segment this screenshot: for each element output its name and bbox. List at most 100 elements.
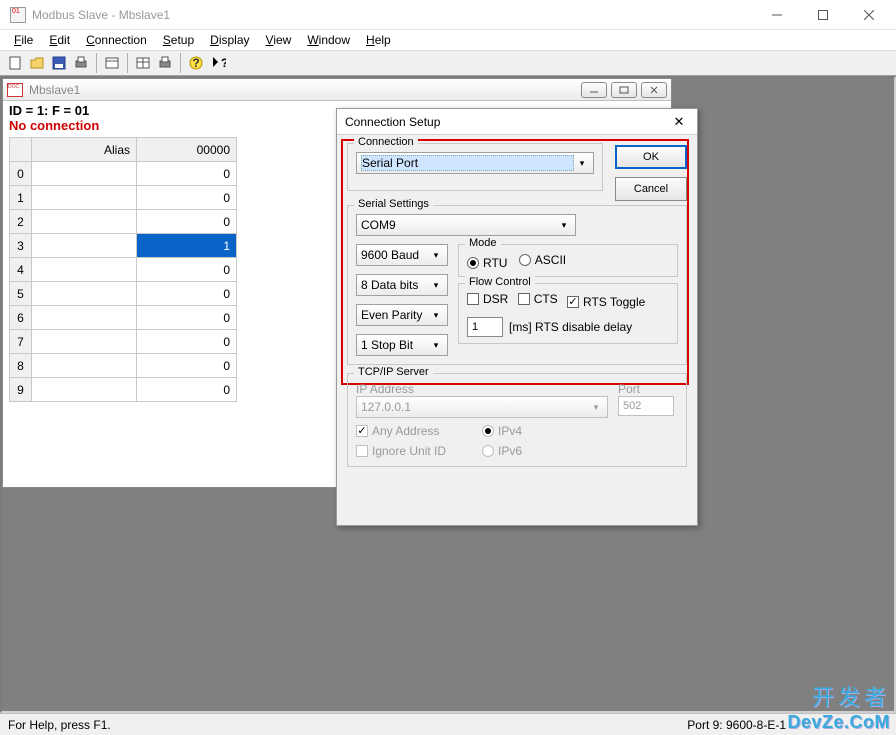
cell-value[interactable]: 0 xyxy=(137,162,237,186)
menu-file[interactable]: File xyxy=(6,31,41,49)
chevron-down-icon: ▾ xyxy=(574,158,590,169)
dialog-close-button[interactable]: ✕ xyxy=(669,114,689,130)
baud-combo[interactable]: 9600 Baud▾ xyxy=(356,244,448,266)
cell-value[interactable]: 0 xyxy=(137,330,237,354)
cell-value[interactable]: 0 xyxy=(137,282,237,306)
menu-view[interactable]: View xyxy=(258,31,300,49)
menu-edit[interactable]: Edit xyxy=(41,31,78,49)
row-header: 8 xyxy=(10,354,32,378)
cell-value[interactable]: 0 xyxy=(137,258,237,282)
row-header: 6 xyxy=(10,306,32,330)
cell-alias[interactable] xyxy=(32,162,137,186)
mode-ascii-radio[interactable]: ASCII xyxy=(519,253,566,267)
cancel-button[interactable]: Cancel xyxy=(615,177,687,201)
connection-value: Serial Port xyxy=(361,155,574,171)
menubar: File Edit Connection Setup Display View … xyxy=(0,30,896,50)
port-label: Port xyxy=(618,382,678,396)
table-row[interactable]: 2 0 xyxy=(10,210,237,234)
stopbits-combo[interactable]: 1 Stop Bit▾ xyxy=(356,334,448,356)
mode-label: Mode xyxy=(465,237,501,249)
row-header: 2 xyxy=(10,210,32,234)
col-alias: Alias xyxy=(32,138,137,162)
parity-combo[interactable]: Even Parity▾ xyxy=(356,304,448,326)
close-button[interactable] xyxy=(846,0,892,30)
window-title: Modbus Slave - Mbslave1 xyxy=(32,8,754,22)
table-row[interactable]: 8 0 xyxy=(10,354,237,378)
svg-text:?: ? xyxy=(221,56,226,70)
ip-address-combo: 127.0.0.1▾ xyxy=(356,396,608,418)
row-header: 5 xyxy=(10,282,32,306)
open-icon[interactable] xyxy=(26,52,48,74)
cts-checkbox[interactable]: CTS xyxy=(518,292,558,306)
print-icon[interactable] xyxy=(70,52,92,74)
cell-value[interactable]: 0 xyxy=(137,378,237,402)
print2-icon[interactable] xyxy=(154,52,176,74)
dsr-checkbox[interactable]: DSR xyxy=(467,292,508,306)
cell-value[interactable]: 1 xyxy=(137,234,237,258)
table-row[interactable]: 5 0 xyxy=(10,282,237,306)
statusbar: For Help, press F1. Port 9: 9600-8-E-1 xyxy=(0,713,896,735)
cell-alias[interactable] xyxy=(32,330,137,354)
rts-delay-input[interactable] xyxy=(467,317,503,337)
menu-connection[interactable]: Connection xyxy=(78,31,155,49)
table-row[interactable]: 6 0 xyxy=(10,306,237,330)
cell-alias[interactable] xyxy=(32,378,137,402)
child-maximize-button[interactable] xyxy=(611,82,637,98)
tcpip-label: TCP/IP Server xyxy=(354,366,433,378)
dialog-title: Connection Setup xyxy=(345,115,669,129)
ok-button[interactable]: OK xyxy=(615,145,687,169)
table-row[interactable]: 1 0 xyxy=(10,186,237,210)
cell-alias[interactable] xyxy=(32,354,137,378)
menu-window[interactable]: Window xyxy=(299,31,358,49)
connection-combo[interactable]: Serial Port ▾ xyxy=(356,152,594,174)
row-header: 4 xyxy=(10,258,32,282)
table-row[interactable]: 0 0 xyxy=(10,162,237,186)
menu-setup[interactable]: Setup xyxy=(155,31,202,49)
chevron-down-icon: ▾ xyxy=(588,402,604,413)
cell-alias[interactable] xyxy=(32,234,137,258)
chevron-down-icon: ▾ xyxy=(428,250,444,261)
cell-value[interactable]: 0 xyxy=(137,186,237,210)
ipv4-radio: IPv4 xyxy=(482,424,522,438)
port-input xyxy=(618,396,674,416)
databits-combo[interactable]: 8 Data bits▾ xyxy=(356,274,448,296)
connection-label: Connection xyxy=(354,136,418,148)
window-icon[interactable] xyxy=(101,52,123,74)
rts-toggle-checkbox[interactable]: RTS Toggle xyxy=(567,295,645,309)
child-titlebar: Mbslave1 xyxy=(3,79,671,101)
save-icon[interactable] xyxy=(48,52,70,74)
menu-help[interactable]: Help xyxy=(358,31,399,49)
table-icon[interactable] xyxy=(132,52,154,74)
cell-alias[interactable] xyxy=(32,186,137,210)
table-row[interactable]: 9 0 xyxy=(10,378,237,402)
row-header: 9 xyxy=(10,378,32,402)
cell-alias[interactable] xyxy=(32,306,137,330)
cell-alias[interactable] xyxy=(32,210,137,234)
corner-header xyxy=(10,138,32,162)
maximize-button[interactable] xyxy=(800,0,846,30)
register-table[interactable]: Alias 00000 0 01 02 03 14 05 06 07 08 09… xyxy=(9,137,237,402)
table-row[interactable]: 4 0 xyxy=(10,258,237,282)
table-row[interactable]: 3 1 xyxy=(10,234,237,258)
ip-address-label: IP Address xyxy=(356,382,608,396)
menu-display[interactable]: Display xyxy=(202,31,257,49)
table-row[interactable]: 7 0 xyxy=(10,330,237,354)
cell-alias[interactable] xyxy=(32,282,137,306)
whatsthis-icon[interactable]: ? xyxy=(207,52,229,74)
child-close-button[interactable] xyxy=(641,82,667,98)
new-icon[interactable] xyxy=(4,52,26,74)
mode-rtu-radio[interactable]: RTU xyxy=(467,256,507,270)
child-minimize-button[interactable] xyxy=(581,82,607,98)
doc-icon xyxy=(7,83,23,97)
chevron-down-icon: ▾ xyxy=(428,340,444,351)
dialog-titlebar: Connection Setup ✕ xyxy=(337,109,697,135)
svg-text:?: ? xyxy=(192,56,199,70)
cell-value[interactable]: 0 xyxy=(137,354,237,378)
cell-value[interactable]: 0 xyxy=(137,306,237,330)
cell-value[interactable]: 0 xyxy=(137,210,237,234)
help-icon[interactable]: ? xyxy=(185,52,207,74)
status-left: For Help, press F1. xyxy=(8,718,111,732)
cell-alias[interactable] xyxy=(32,258,137,282)
chevron-down-icon: ▾ xyxy=(428,280,444,291)
minimize-button[interactable] xyxy=(754,0,800,30)
